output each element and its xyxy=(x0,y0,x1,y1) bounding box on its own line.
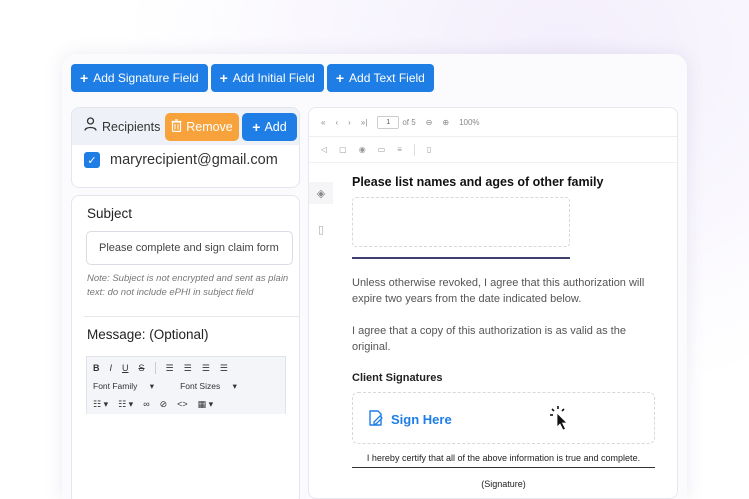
certify-statement: I hereby certify that all of the above i… xyxy=(366,453,641,463)
document-viewer: « ‹ › »| 1 of 5 ⊖ ⊕ 100% ◁ ▢ ◉ ▭ ≡ ▯ ◈ ▯… xyxy=(308,107,678,499)
recipients-header: Recipients Remove + Add xyxy=(72,108,299,145)
radio-icon[interactable]: ◉ xyxy=(359,145,366,154)
message-panel: Subject Please complete and sign claim f… xyxy=(71,195,300,499)
field-underline xyxy=(352,257,570,259)
editor-toolbar-row-2: Font Family ▾ Font Sizes ▾ xyxy=(87,377,285,395)
zoom-level: 100% xyxy=(459,117,480,127)
divider xyxy=(84,316,299,317)
plus-icon: + xyxy=(335,70,345,86)
add-label: Add xyxy=(264,120,287,134)
add-recipient-button[interactable]: + Add xyxy=(242,113,297,141)
remove-label: Remove xyxy=(186,120,233,134)
font-sizes-dropdown[interactable]: Font Sizes ▾ xyxy=(180,381,247,392)
card-icon[interactable]: ▭ xyxy=(378,145,386,154)
add-initial-field-label: Add Initial Field xyxy=(232,71,315,85)
add-signature-field-label: Add Signature Field xyxy=(93,71,199,85)
list-icon[interactable]: ≡ xyxy=(397,145,402,154)
authorization-paragraph: Unless otherwise revoked, I agree that t… xyxy=(352,277,645,305)
link-icon[interactable]: ∞ xyxy=(143,399,149,409)
align-center-icon[interactable]: ☰ xyxy=(184,363,192,374)
caret-down-icon: ▾ xyxy=(232,380,237,391)
signature-field[interactable]: Sign Here xyxy=(352,392,655,444)
table-icon[interactable]: ▦ ▾ xyxy=(198,399,214,410)
bookmark-icon[interactable]: ▯ xyxy=(309,218,333,240)
recipient-checkbox[interactable]: ✓ xyxy=(84,152,100,168)
last-page-icon[interactable]: »| xyxy=(361,118,368,127)
next-page-icon[interactable]: › xyxy=(348,118,351,127)
delete-icon[interactable]: ▯ xyxy=(427,145,431,154)
subject-input[interactable]: Please complete and sign claim form xyxy=(86,231,293,265)
viewer-toolbar: « ‹ › »| 1 of 5 ⊖ ⊕ 100% xyxy=(309,108,677,137)
align-right-icon[interactable]: ☰ xyxy=(202,363,210,374)
add-text-field-label: Add Text Field xyxy=(349,71,425,85)
plus-icon: + xyxy=(219,70,228,86)
caret-down-icon: ▾ xyxy=(149,380,155,391)
subject-note: Note: Subject is not encrypted and sent … xyxy=(87,273,289,298)
align-left-icon[interactable]: ☰ xyxy=(166,363,174,374)
signature-label: (Signature) xyxy=(481,479,526,489)
comment-icon[interactable]: ▢ xyxy=(339,145,347,154)
numbered-list-icon[interactable]: ☷ ▾ xyxy=(118,399,133,410)
add-signature-field-button[interactable]: + Add Signature Field xyxy=(71,64,208,92)
toolbar-separator xyxy=(413,143,415,156)
megaphone-icon[interactable]: ◁ xyxy=(321,145,327,154)
rich-text-editor[interactable]: B I U S ☰ ☰ ☰ ☰ Font Family ▾ Font Sizes… xyxy=(86,356,286,414)
recipient-item[interactable]: ✓ maryrecipient@gmail.com xyxy=(72,145,299,175)
signature-pen-icon xyxy=(367,409,385,430)
add-initial-field-button[interactable]: + Add Initial Field xyxy=(210,64,324,92)
pointer-cursor-icon xyxy=(549,405,573,436)
sign-here-button[interactable]: Sign Here xyxy=(367,409,452,430)
recipients-label: Recipients xyxy=(102,119,161,134)
signature-line xyxy=(352,467,655,468)
strikethrough-button[interactable]: S xyxy=(139,363,145,373)
editor-toolbar-row-1: B I U S ☰ ☰ ☰ ☰ xyxy=(87,359,285,377)
user-icon xyxy=(84,117,97,136)
client-signatures-heading: Client Signatures xyxy=(352,372,443,384)
editor-toolbar-row-3: ☷ ▾ ☷ ▾ ∞ ⊘ <> ▦ ▾ xyxy=(87,395,285,413)
zoom-in-icon[interactable]: ⊕ xyxy=(442,118,449,127)
first-page-icon[interactable]: « xyxy=(321,118,325,127)
unlink-icon[interactable]: ⊘ xyxy=(160,399,168,410)
family-names-field[interactable] xyxy=(352,197,570,247)
field-toolbar: + Add Signature Field + Add Initial Fiel… xyxy=(71,64,434,92)
bold-button[interactable]: B xyxy=(93,363,100,373)
copy-paragraph: I agree that a copy of this authorizatio… xyxy=(352,325,626,353)
sign-here-label: Sign Here xyxy=(391,412,452,427)
prev-page-icon[interactable]: ‹ xyxy=(335,118,338,127)
remove-recipient-button[interactable]: Remove xyxy=(165,113,239,141)
recipients-panel: Recipients Remove + Add ✓ maryrecipient@… xyxy=(71,107,300,188)
app-window: + Add Signature Field + Add Initial Fiel… xyxy=(62,54,687,499)
recipient-email: maryrecipient@gmail.com xyxy=(110,152,278,168)
document-page: Please list names and ages of other fami… xyxy=(352,175,662,489)
align-justify-icon[interactable]: ☰ xyxy=(220,363,228,374)
underline-button[interactable]: U xyxy=(122,363,129,373)
zoom-out-icon[interactable]: ⊖ xyxy=(426,118,433,127)
font-family-label: Font Family xyxy=(93,380,138,391)
font-family-dropdown[interactable]: Font Family ▾ xyxy=(93,381,164,392)
italic-button[interactable]: I xyxy=(110,363,113,373)
subject-title: Subject xyxy=(87,206,133,221)
annotation-toolbar: ◁ ▢ ◉ ▭ ≡ ▯ xyxy=(309,137,677,163)
font-sizes-label: Font Sizes xyxy=(180,380,221,391)
stamp-icon[interactable]: ◈ xyxy=(309,182,333,204)
code-icon[interactable]: <> xyxy=(177,399,188,409)
page-count: of 5 xyxy=(402,117,416,127)
trash-icon xyxy=(171,119,182,135)
page-number-input[interactable]: 1 xyxy=(377,115,400,129)
message-title: Message: (Optional) xyxy=(87,327,209,342)
family-heading: Please list names and ages of other fami… xyxy=(352,175,604,189)
toolbar-separator xyxy=(154,362,156,374)
plus-icon: + xyxy=(252,119,261,135)
bullet-list-icon[interactable]: ☷ ▾ xyxy=(93,399,108,410)
add-text-field-button[interactable]: + Add Text Field xyxy=(326,64,434,92)
plus-icon: + xyxy=(80,70,89,86)
viewer-sidebar: ◈ ▯ xyxy=(309,164,333,498)
